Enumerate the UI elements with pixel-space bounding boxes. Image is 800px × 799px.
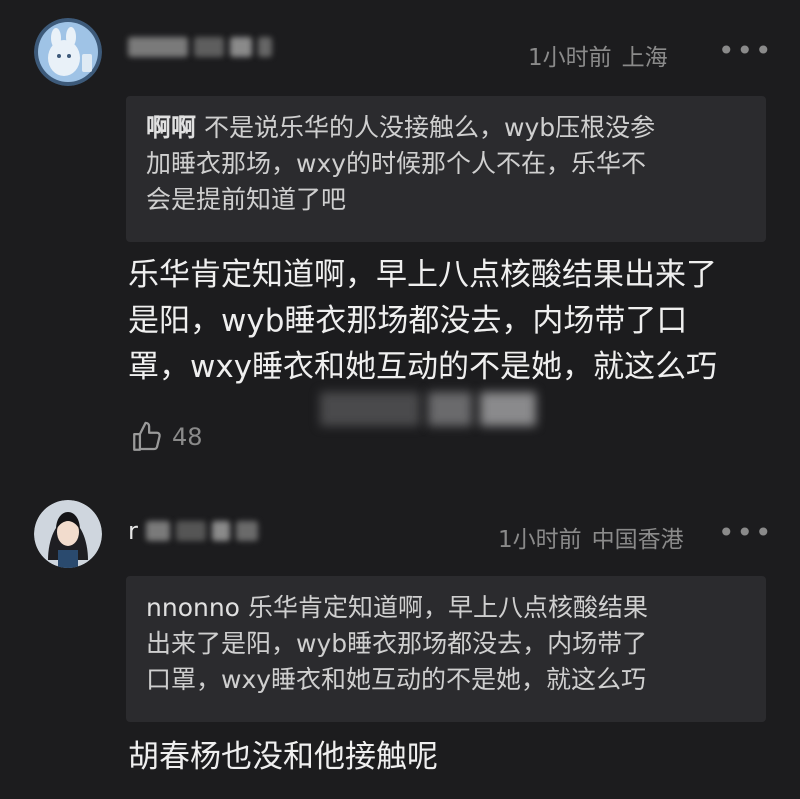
- cartoon-avatar-icon[interactable]: [34, 18, 102, 86]
- username-blurred[interactable]: [128, 36, 278, 58]
- comment-body-line: 乐华肯定知道啊，早上八点核酸结果出来了: [128, 257, 717, 293]
- quote-text-line: 会是提前知道了吧: [146, 185, 347, 214]
- redacted-strip: [320, 392, 420, 426]
- quoted-reply: nnonno 乐华肯定知道啊，早上八点核酸结果 出来了是阳，wyb睡衣那场都没去，…: [126, 576, 766, 722]
- comment-body-line: 是阳，wyb睡衣那场都没去，内场带了口: [128, 303, 688, 339]
- username-initial: r: [128, 517, 138, 545]
- redacted-strip: [480, 392, 536, 426]
- comment-body: 乐华肯定知道啊，早上八点核酸结果出来了 是阳，wyb睡衣那场都没去，内场带了口 …: [128, 252, 717, 390]
- quote-text-line: 不是说乐华的人没接触么，wyb压根没参: [204, 113, 656, 142]
- girl-photo-avatar-icon[interactable]: [34, 500, 102, 568]
- comment-meta: 1小时前 上海: [528, 38, 668, 72]
- quote-author[interactable]: nnonno: [146, 593, 240, 622]
- more-options-icon[interactable]: •••: [718, 516, 774, 549]
- username-blurred[interactable]: r: [128, 517, 264, 545]
- comment-time: 1小时前: [498, 527, 582, 553]
- comment-time: 1小时前: [528, 45, 612, 71]
- quote-text-line: 乐华肯定知道啊，早上八点核酸结果: [247, 593, 648, 622]
- like-count: 48: [172, 423, 203, 451]
- comment-location: 上海: [621, 45, 668, 71]
- comment-body-line: 罩，wxy睡衣和她互动的不是她，就这么巧: [128, 349, 718, 385]
- comment-1: 1小时前 上海 ••• 啊啊 不是说乐华的人没接触么，wyb压根没参 加睡衣那场，w…: [0, 0, 800, 480]
- comment-body-line: 胡春杨也没和他接触呢: [128, 739, 438, 775]
- quote-text-line: 口罩，wxy睡衣和她互动的不是她，就这么巧: [146, 665, 647, 694]
- redacted-strip: [428, 392, 472, 426]
- quoted-reply: 啊啊 不是说乐华的人没接触么，wyb压根没参 加睡衣那场，wxy的时候那个人不在，…: [126, 96, 766, 242]
- comment-location: 中国香港: [591, 527, 684, 553]
- quote-text-line: 加睡衣那场，wxy的时候那个人不在，乐华不: [146, 149, 647, 178]
- more-options-icon[interactable]: •••: [718, 34, 774, 67]
- quote-author[interactable]: 啊啊: [146, 113, 196, 142]
- comment-body: 胡春杨也没和他接触呢: [128, 734, 438, 780]
- like-button[interactable]: 48: [130, 420, 203, 454]
- thumbs-up-icon: [133, 421, 161, 451]
- quote-text-line: 出来了是阳，wyb睡衣那场都没去，内场带了: [146, 629, 648, 658]
- comment-2: r 1小时前 中国香港 ••• nnonno 乐华肯定知道啊，早上八点核酸结果 出来…: [0, 480, 800, 799]
- comment-meta: 1小时前 中国香港: [498, 520, 684, 554]
